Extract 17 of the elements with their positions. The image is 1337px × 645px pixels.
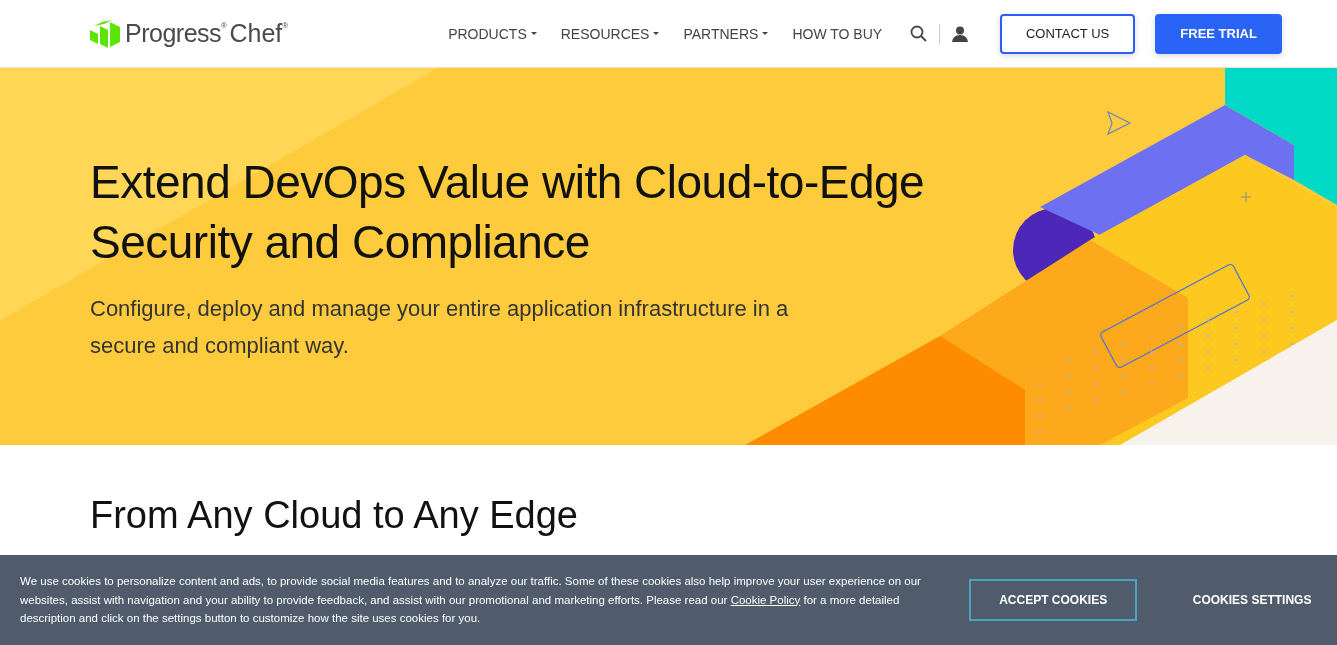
search-icon[interactable] [910, 25, 928, 42]
cookie-button[interactable]: ACCEPT COOKIES [969, 579, 1138, 621]
hero-subtitle: Configure, deploy and manage your entire application infrastructure in a secure and compliant way. [90, 295, 790, 360]
cookie-button[interactable]: COOKIES SETTINGS [1167, 579, 1337, 621]
header-button[interactable]: CONTACT US [1000, 13, 1136, 54]
nav-link[interactable]: HOW TO BUY [792, 25, 883, 42]
nav-link[interactable]: RESOURCES [560, 25, 660, 42]
cookie-policy-link[interactable]: Cookie Policy [730, 593, 801, 606]
logo-wordmark[interactable]: Progress$^{®}$ [125, 19, 227, 48]
cookie-notice-text: We use cookies to personalize content and ads, to provide social media features and to analyze our traffic. Some of these cookies also help improve your user experience on our websites, assist with navigation and your ability to provide feedback, and assist with our promotional and marketing efforts. Please read our Cookie Policy for a more detailed description and click on the settings button to customize how the site uses cookies for you. [20, 574, 922, 627]
header-button[interactable]: FREE TRIAL [1155, 13, 1283, 54]
nav-link[interactable]: PARTNERS [683, 25, 769, 42]
hero-title: Extend DevOps Value with Cloud-to-Edge Security and Compliance [90, 155, 926, 270]
section-heading: From Any Cloud to Any Edge [90, 493, 579, 537]
user-icon[interactable] [952, 25, 969, 42]
logo-product-name[interactable]: Chef$^{®}$ [229, 19, 289, 48]
nav-link[interactable]: PRODUCTS [448, 25, 537, 42]
